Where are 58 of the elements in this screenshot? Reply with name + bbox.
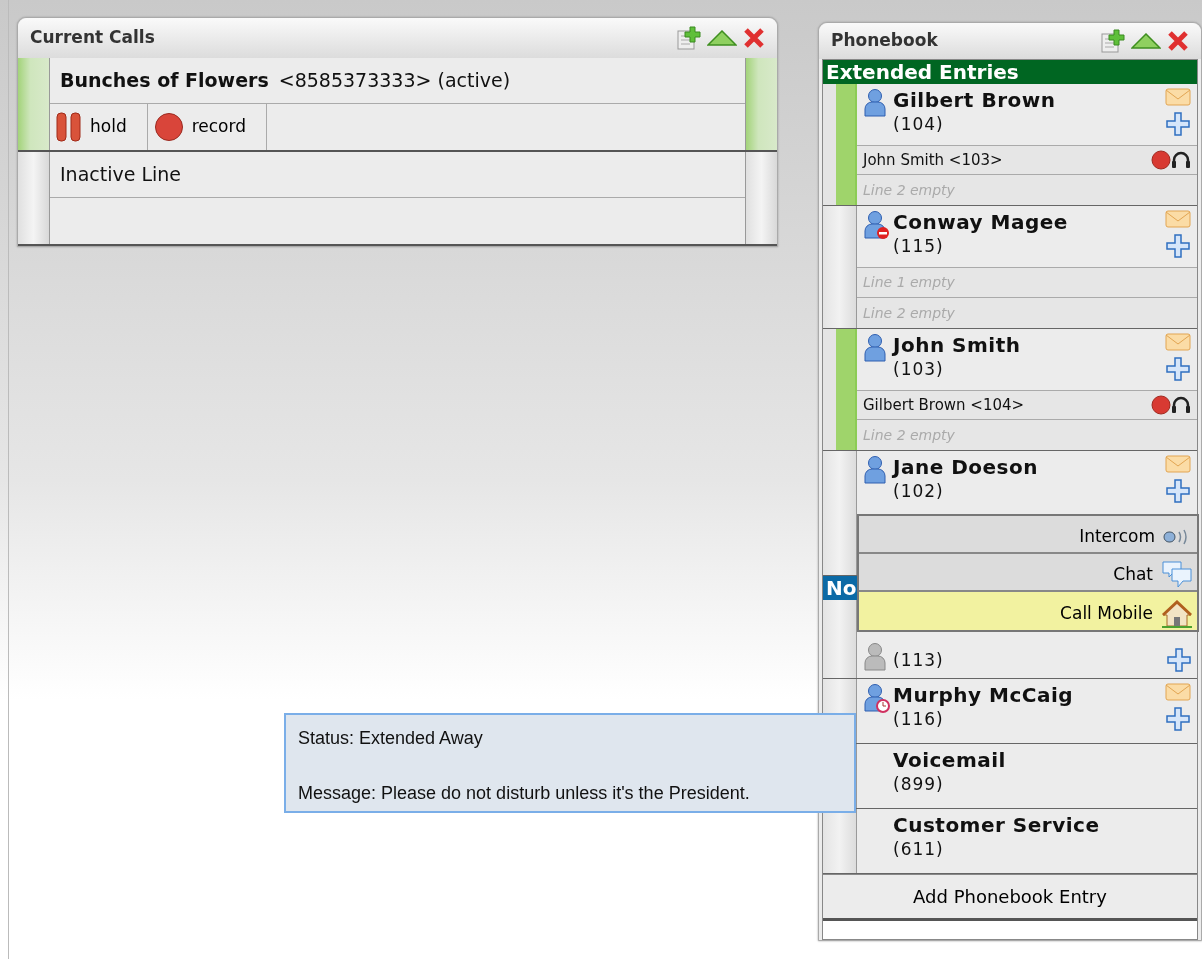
add-entry-button[interactable]: Add Phonebook Entry — [823, 874, 1197, 921]
add-icon[interactable] — [1166, 234, 1190, 258]
close-icon[interactable] — [743, 27, 765, 49]
pause-icon — [56, 112, 82, 142]
add-icon[interactable] — [1166, 357, 1190, 381]
caller-number: <8585373333> (active) — [278, 68, 511, 94]
extension-number: (611) — [893, 838, 945, 861]
empty-line-label: Line 2 empty — [863, 180, 956, 200]
caller-name: Bunches of Flowers — [60, 68, 269, 94]
record-icon — [1151, 395, 1171, 415]
mail-icon[interactable] — [1165, 88, 1191, 106]
panel-title: Phonebook — [831, 29, 939, 53]
extension-number: (116) — [893, 708, 945, 731]
extension-number: (102) — [893, 480, 945, 503]
add-icon[interactable] — [1166, 479, 1190, 503]
menu-item[interactable]: Call Mobile — [859, 592, 1197, 630]
empty-line-label: Line 2 empty — [863, 303, 956, 323]
mail-icon[interactable] — [1165, 333, 1191, 351]
mail-icon[interactable] — [1165, 683, 1191, 701]
add-document-icon[interactable] — [1101, 29, 1125, 53]
extension-number: (104) — [893, 113, 945, 136]
contact-name: Voicemail — [893, 748, 1007, 772]
contact-name: John Smith — [893, 333, 1022, 357]
status-text: Status: Extended Away — [298, 727, 484, 750]
collapse-icon[interactable] — [1131, 33, 1161, 49]
chat-icon — [1161, 560, 1193, 590]
record-button[interactable]: record — [147, 104, 267, 150]
line-caller: John Smith <103> — [863, 149, 1004, 171]
contact-name: Gilbert Brown — [893, 88, 1057, 112]
contact-name: Jane Doeson — [893, 455, 1039, 479]
contact-name: Conway Magee — [893, 210, 1069, 234]
line-label: Inactive Line — [50, 152, 745, 198]
record-icon — [1151, 150, 1171, 170]
mail-icon[interactable] — [1165, 455, 1191, 473]
extension-number: (115) — [893, 235, 945, 258]
add-document-icon[interactable] — [677, 26, 701, 50]
contact-name: Murphy McCaig — [893, 683, 1075, 707]
headset-icon — [1171, 150, 1191, 170]
add-icon[interactable] — [1167, 648, 1191, 672]
headset-icon — [1171, 395, 1191, 415]
empty-line-label: Line 2 empty — [863, 425, 956, 445]
empty-line-label: Line 1 empty — [863, 273, 956, 292]
extension-number: (113) — [893, 649, 945, 672]
close-icon[interactable] — [1167, 30, 1189, 52]
add-icon[interactable] — [1166, 707, 1190, 731]
panel-title: Current Calls — [30, 26, 156, 50]
mail-icon[interactable] — [1165, 210, 1191, 228]
collapse-icon[interactable] — [707, 30, 737, 46]
section-header: Extended Entries — [823, 60, 1197, 84]
add-icon[interactable] — [1166, 112, 1190, 136]
line-caller: Gilbert Brown <104> — [863, 394, 1026, 416]
hold-button[interactable]: hold — [50, 104, 148, 150]
extension-number: (103) — [893, 358, 945, 381]
record-icon — [153, 112, 184, 142]
contact-name: Customer Service — [893, 813, 1101, 837]
house-icon — [1161, 600, 1193, 628]
message-text: Message: Please do not disturb unless it's the President. — [298, 782, 751, 805]
extension-number: (899) — [893, 773, 945, 796]
